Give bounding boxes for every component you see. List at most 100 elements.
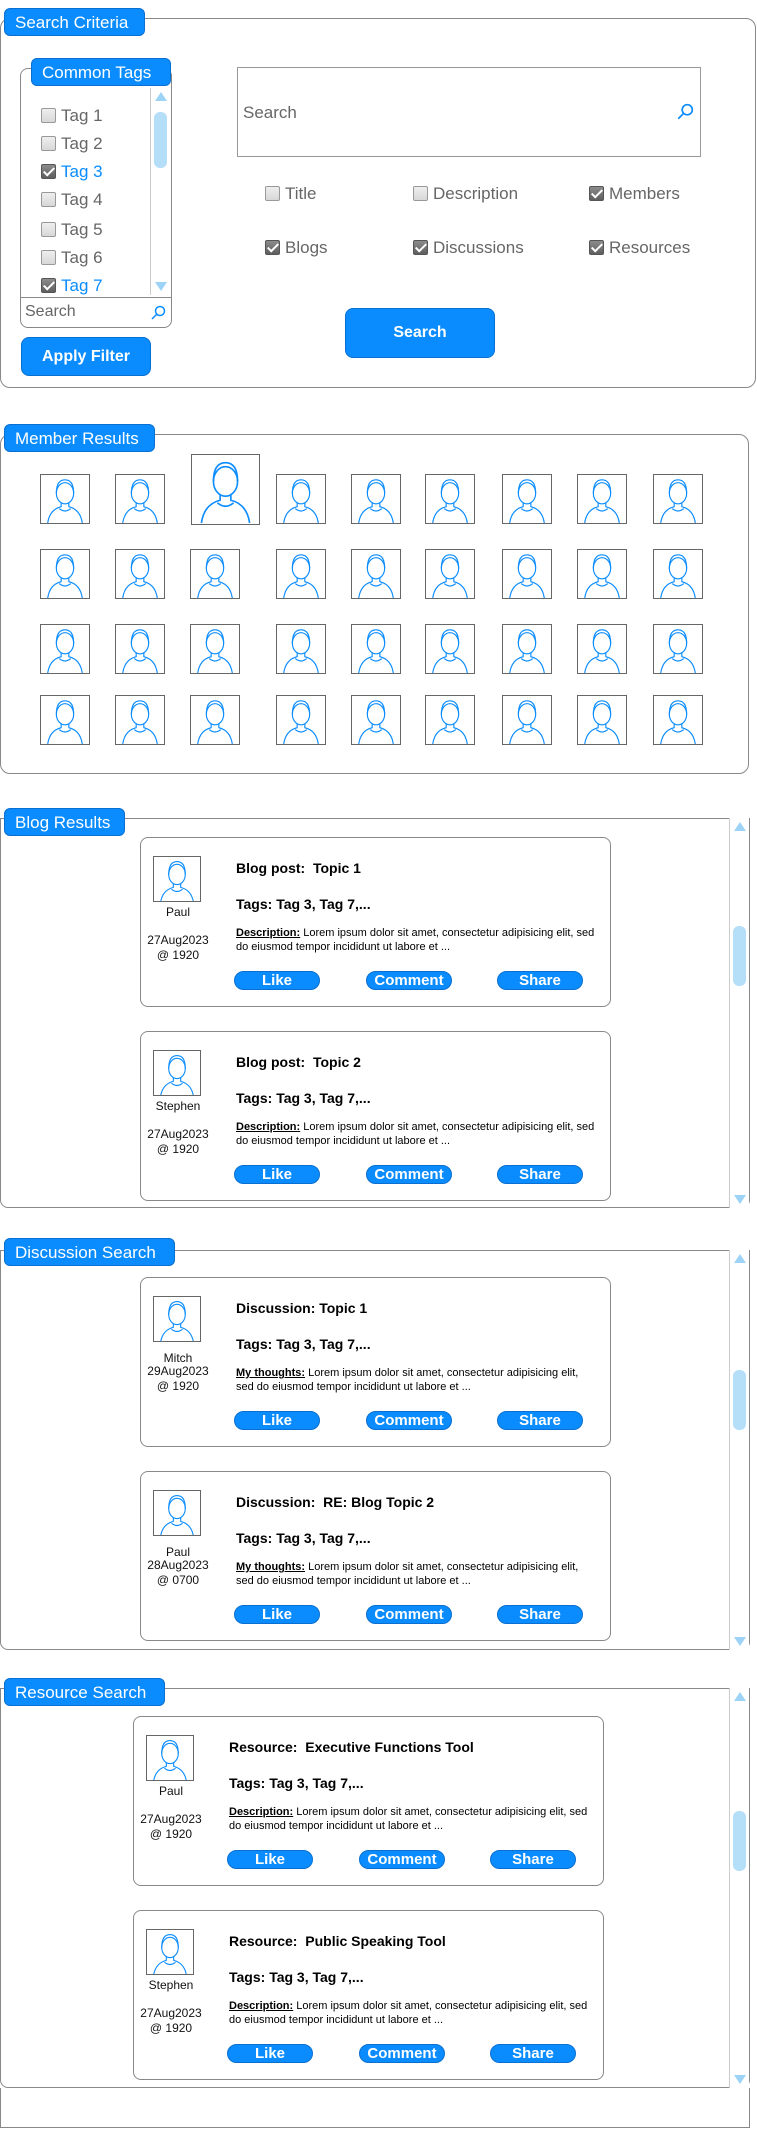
like-button[interactable]: Like [234,1411,320,1430]
member-avatar[interactable] [502,549,552,599]
scroll-up-icon[interactable] [155,92,167,101]
search-icon[interactable] [150,305,166,321]
scroll-thumb[interactable] [733,926,746,986]
member-avatar[interactable] [276,549,326,599]
post-title[interactable]: Discussion: RE: Blog Topic 2 [236,1494,434,1510]
post-title[interactable]: Discussion: Topic 1 [236,1300,367,1316]
member-avatar[interactable] [577,474,627,524]
comment-button[interactable]: Comment [359,2044,445,2063]
member-avatar[interactable] [115,695,165,745]
post-title[interactable]: Resource: Executive Functions Tool [229,1739,474,1755]
tag-label[interactable]: Tag 4 [61,190,103,210]
member-avatar[interactable] [577,549,627,599]
filter-checkbox[interactable] [265,240,280,255]
member-avatar[interactable] [115,624,165,674]
tag-checkbox[interactable] [41,108,56,123]
share-button[interactable]: Share [497,1605,583,1624]
member-avatar[interactable] [502,695,552,745]
scroll-down-icon[interactable] [734,2075,746,2084]
author-avatar[interactable] [153,1296,201,1342]
like-button[interactable]: Like [234,971,320,990]
scroll-up-icon[interactable] [734,1692,746,1701]
scroll-down-icon[interactable] [155,282,167,291]
filter-label[interactable]: Members [609,184,680,204]
post-title[interactable]: Blog post: Topic 2 [236,1054,361,1070]
tag-checkbox[interactable] [41,222,56,237]
filter-label[interactable]: Discussions [433,238,524,258]
filter-checkbox[interactable] [589,240,604,255]
tag-label[interactable]: Tag 6 [61,248,103,268]
member-avatar[interactable] [425,624,475,674]
member-avatar[interactable] [653,624,703,674]
tag-checkbox[interactable] [41,136,56,151]
member-avatar[interactable] [351,624,401,674]
member-avatar[interactable] [115,549,165,599]
author-avatar[interactable] [153,1490,201,1536]
share-button[interactable]: Share [490,2044,576,2063]
search-icon[interactable] [676,103,694,121]
comment-button[interactable]: Comment [366,1411,452,1430]
member-avatar[interactable] [276,624,326,674]
member-avatar[interactable] [40,624,90,674]
blog-scrollbar[interactable] [729,818,749,1208]
author-avatar[interactable] [153,1050,201,1096]
member-avatar[interactable] [502,474,552,524]
share-button[interactable]: Share [490,1850,576,1869]
member-avatar[interactable] [577,624,627,674]
tag-checkbox[interactable] [41,250,56,265]
tag-label[interactable]: Tag 7 [61,276,103,296]
search-button[interactable]: Search [345,308,495,358]
post-title[interactable]: Resource: Public Speaking Tool [229,1933,446,1949]
apply-filter-button[interactable]: Apply Filter [21,337,151,376]
comment-button[interactable]: Comment [366,971,452,990]
tag-checkbox[interactable] [41,164,56,179]
member-avatar[interactable] [115,474,165,524]
main-search-field[interactable]: Search [237,67,701,157]
scroll-down-icon[interactable] [734,1637,746,1646]
filter-label[interactable]: Title [285,184,317,204]
share-button[interactable]: Share [497,1411,583,1430]
tag-checkbox[interactable] [41,278,56,293]
member-avatar[interactable] [190,695,240,745]
like-button[interactable]: Like [227,1850,313,1869]
resource-scrollbar[interactable] [729,1688,749,2088]
like-button[interactable]: Like [227,2044,313,2063]
tags-scrollbar[interactable] [150,88,170,295]
comment-button[interactable]: Comment [359,1850,445,1869]
member-avatar[interactable] [351,549,401,599]
tag-checkbox[interactable] [41,192,56,207]
tag-search-field[interactable]: Search [20,297,172,328]
scroll-up-icon[interactable] [734,1254,746,1263]
member-avatar[interactable] [351,695,401,745]
filter-checkbox[interactable] [589,186,604,201]
member-avatar[interactable] [577,695,627,745]
like-button[interactable]: Like [234,1605,320,1624]
scroll-thumb[interactable] [733,1811,746,1871]
scroll-thumb[interactable] [733,1370,746,1430]
member-avatar[interactable] [653,474,703,524]
filter-label[interactable]: Description [433,184,518,204]
author-avatar[interactable] [153,856,201,902]
scroll-down-icon[interactable] [734,1195,746,1204]
member-avatar[interactable] [425,549,475,599]
member-avatar[interactable] [40,474,90,524]
tag-label[interactable]: Tag 5 [61,220,103,240]
tag-label[interactable]: Tag 3 [61,162,103,182]
tag-label[interactable]: Tag 1 [61,106,103,126]
scroll-up-icon[interactable] [734,822,746,831]
member-avatar[interactable] [653,695,703,745]
member-avatar[interactable] [351,474,401,524]
like-button[interactable]: Like [234,1165,320,1184]
member-avatar[interactable] [653,549,703,599]
share-button[interactable]: Share [497,1165,583,1184]
comment-button[interactable]: Comment [366,1605,452,1624]
scroll-thumb[interactable] [154,112,167,168]
filter-checkbox[interactable] [413,240,428,255]
filter-label[interactable]: Resources [609,238,690,258]
member-avatar[interactable] [190,624,240,674]
member-avatar[interactable] [425,695,475,745]
author-avatar[interactable] [146,1735,194,1781]
comment-button[interactable]: Comment [366,1165,452,1184]
member-avatar[interactable] [425,474,475,524]
member-avatar[interactable] [40,549,90,599]
